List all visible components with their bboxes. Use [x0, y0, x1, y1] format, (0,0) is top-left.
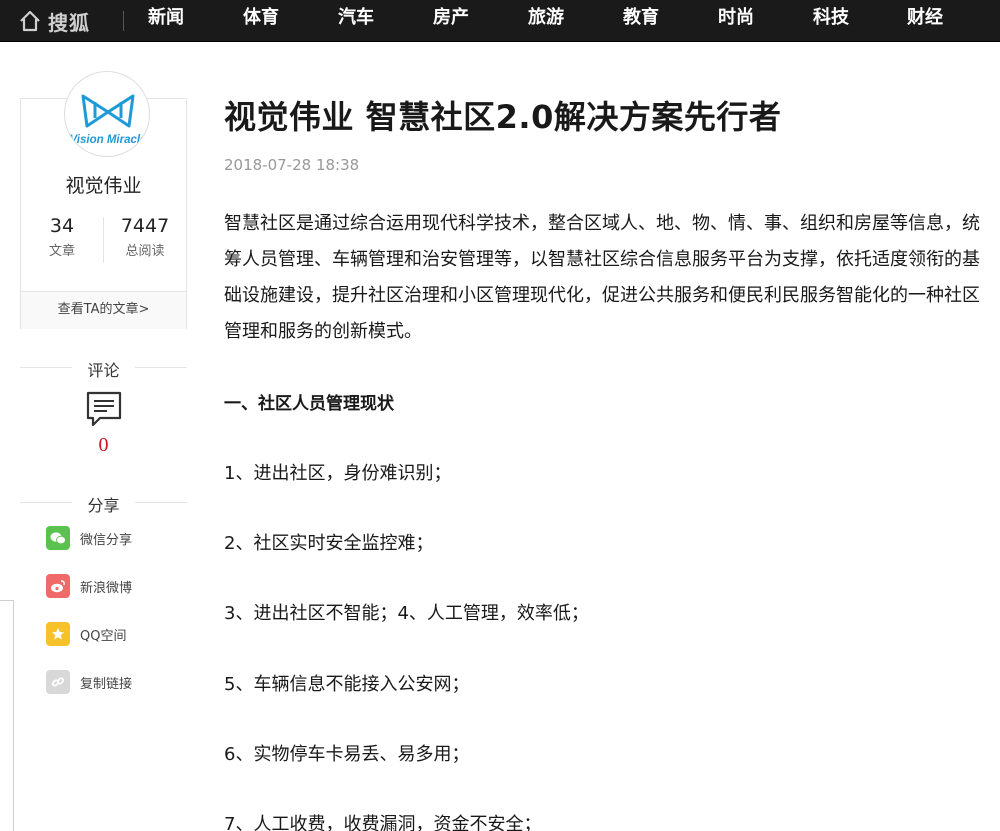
share-wechat-label: 微信分享 [80, 532, 133, 548]
share-section-title: 分享 [20, 492, 187, 516]
author-card: Vision Miracle 视觉伟业 34 文章 7447 总阅读 查看TA的… [20, 71, 187, 329]
home-icon [20, 10, 40, 32]
comments-title-text: 评论 [87, 361, 120, 380]
copy-link-label: 复制链接 [80, 676, 133, 692]
nav-separator [123, 11, 124, 31]
vision-miracle-logo: Vision Miracle [70, 94, 148, 146]
share-wechat-button[interactable]: 微信分享 [46, 525, 132, 551]
share-qzone-button[interactable]: QQ空间 [46, 621, 126, 647]
top-nav-bar: 搜狐 新闻 体育 汽车 房产 旅游 教育 时尚 科技 财经 [0, 0, 1000, 42]
comment-icon[interactable] [85, 390, 123, 428]
section-heading: 一、社区人员管理现状 [224, 394, 394, 414]
nav-item-realestate[interactable]: 房产 [433, 0, 469, 36]
nav-item-fashion[interactable]: 时尚 [718, 0, 754, 36]
nav-item-tech[interactable]: 科技 [813, 0, 849, 36]
logo-text: Vision Miracle [70, 134, 148, 146]
article-intro-paragraph: 智慧社区是通过综合运用现代科学技术，整合区域人、地、物、情、事、组织和房屋等信息… [224, 213, 980, 342]
nav-item-auto[interactable]: 汽车 [338, 0, 374, 36]
qzone-icon [46, 622, 70, 646]
list-item: 2、社区实时安全监控难； [224, 533, 434, 554]
articles-label: 文章 [48, 244, 75, 259]
view-author-articles-link[interactable]: 查看TA的文章> [21, 291, 186, 329]
nav-item-education[interactable]: 教育 [623, 0, 659, 36]
list-item: 6、实物停车卡易丢、易多用； [224, 744, 470, 765]
home-link[interactable]: 搜狐 [18, 6, 90, 36]
reads-stat: 7447 总阅读 [104, 215, 186, 259]
list-item: 5、车辆信息不能接入公安网； [224, 674, 470, 695]
articles-count: 34 [49, 215, 75, 237]
articles-stat: 34 文章 [21, 215, 103, 259]
nav-item-finance[interactable]: 财经 [907, 0, 943, 36]
left-edge-frame [0, 600, 14, 831]
article-title: 视觉伟业 智慧社区2.0解决方案先行者 [224, 98, 782, 136]
weibo-icon [46, 574, 70, 598]
list-item: 3、进出社区不智能；4、人工管理，效率低； [224, 603, 589, 624]
comment-count[interactable]: 0 [20, 434, 187, 457]
copy-link-button[interactable]: 复制链接 [46, 669, 132, 695]
article-date: 2018-07-28 18:38 [224, 156, 360, 174]
nav-item-travel[interactable]: 旅游 [528, 0, 564, 36]
list-item: 7、人工收费，收费漏洞，资金不安全； [224, 814, 542, 831]
author-name[interactable]: 视觉伟业 [21, 171, 186, 198]
share-weibo-button[interactable]: 新浪微博 [46, 573, 132, 599]
wechat-icon [46, 526, 70, 550]
list-item: 1、进出社区，身份难识别； [224, 463, 452, 484]
nav-item-sports[interactable]: 体育 [243, 0, 279, 36]
reads-count: 7447 [120, 215, 170, 237]
share-title-text: 分享 [87, 496, 120, 515]
nav-item-news[interactable]: 新闻 [148, 0, 184, 36]
share-weibo-label: 新浪微博 [80, 580, 133, 596]
brand-name: 搜狐 [48, 10, 90, 35]
reads-label: 总阅读 [125, 244, 165, 259]
comments-section-title: 评论 [20, 357, 187, 381]
link-icon [46, 670, 70, 694]
share-qzone-label: QQ空间 [80, 628, 127, 644]
avatar[interactable]: Vision Miracle [64, 71, 150, 157]
